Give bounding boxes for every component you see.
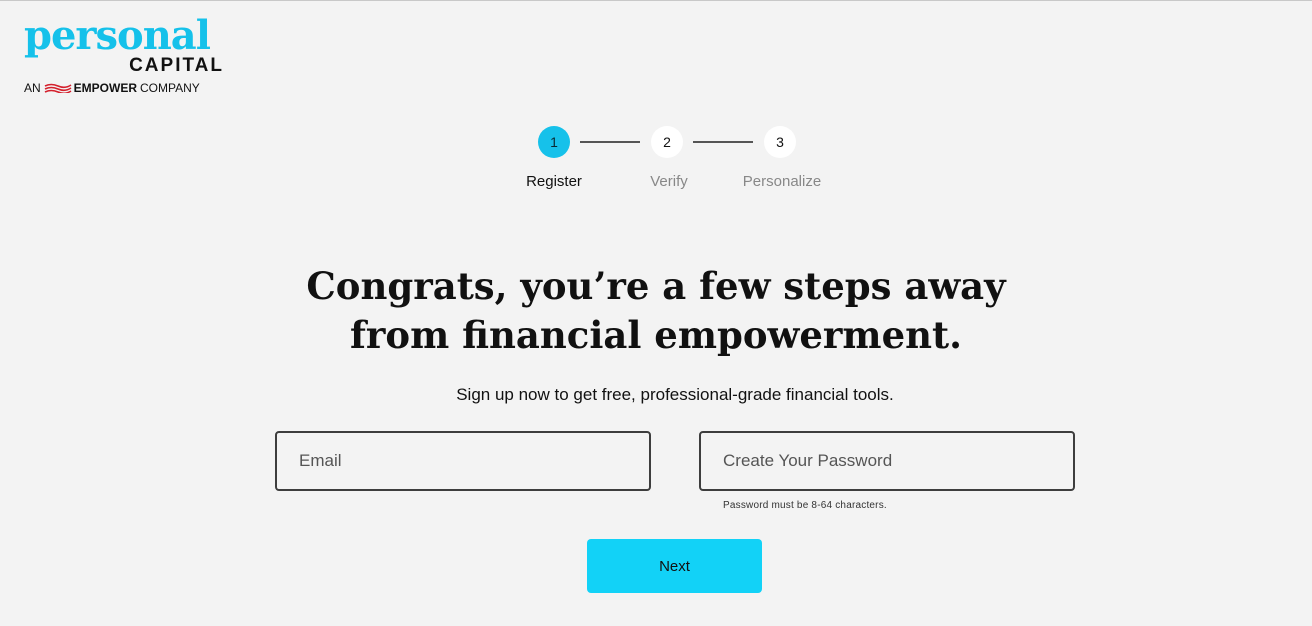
- logo-tagline-suffix: COMPANY: [140, 81, 200, 95]
- step-3-circle: 3: [764, 126, 796, 158]
- step-1-circle: 1: [538, 126, 570, 158]
- page-headline: Congrats, you’re a few steps away from f…: [0, 262, 1312, 360]
- logo-wordmark: personal: [24, 12, 211, 59]
- page-subheading: Sign up now to get free, professional-gr…: [456, 385, 894, 404]
- logo-tagline: AN EMPOWER COMPANY: [24, 81, 234, 95]
- step-connector-2: [693, 141, 753, 143]
- email-field[interactable]: [275, 431, 651, 491]
- headline-line-1: Congrats, you’re a few steps away: [306, 264, 1006, 308]
- password-hint: Password must be 8-64 characters.: [723, 500, 887, 511]
- headline-line-2: from financial empowerment.: [350, 313, 962, 357]
- personal-capital-logo[interactable]: personal CAPITAL AN EMPOWER COMPANY: [24, 12, 234, 96]
- next-button[interactable]: Next: [587, 539, 762, 593]
- password-field[interactable]: [699, 431, 1075, 491]
- signup-progress-stepper: 1 2 3 Register Verify Personalize: [0, 126, 1312, 196]
- step-2-label: Verify: [650, 173, 688, 190]
- step-3-label: Personalize: [742, 173, 822, 190]
- empower-flag-icon: [44, 83, 72, 93]
- logo-tagline-brand: EMPOWER: [73, 81, 138, 95]
- logo-tagline-prefix: AN: [24, 81, 41, 95]
- top-border: [0, 0, 1312, 1]
- step-connector-1: [580, 141, 640, 143]
- logo-submark: CAPITAL: [129, 55, 224, 76]
- step-2-circle: 2: [651, 126, 683, 158]
- step-1-label: Register: [526, 173, 582, 190]
